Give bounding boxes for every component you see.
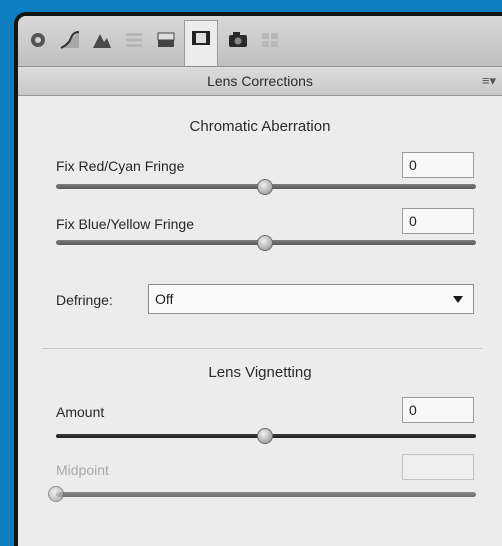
basic-tab[interactable] (24, 26, 52, 54)
amount-value-field[interactable]: 0 (402, 397, 474, 423)
lens-corrections-panel: Lens Corrections ≡▾ Chromatic Aberration… (14, 12, 502, 546)
amount-label: Amount (56, 404, 105, 420)
blue-yellow-label: Fix Blue/Yellow Fringe (56, 216, 194, 232)
hsl-tab[interactable] (120, 26, 148, 54)
section-divider (42, 348, 482, 349)
chevron-down-icon (453, 296, 463, 303)
blue-yellow-slider-thumb[interactable] (257, 235, 273, 251)
split-toning-icon (157, 32, 175, 47)
blue-yellow-value-field[interactable]: 0 (402, 208, 474, 234)
lens-corrections-icon (192, 30, 210, 45)
midpoint-slider-track (56, 492, 476, 497)
camera-calibration-tab[interactable] (224, 26, 252, 54)
camera-calibration-icon (229, 32, 247, 47)
red-cyan-slider-thumb[interactable] (257, 179, 273, 195)
basic-icon (31, 33, 45, 47)
defringe-select[interactable]: Off (148, 284, 474, 314)
detail-tab[interactable] (88, 26, 116, 54)
amount-slider-thumb[interactable] (257, 428, 273, 444)
lens-vignetting-title: Lens Vignetting (208, 364, 312, 381)
midpoint-value-field (402, 454, 474, 480)
split-toning-tab[interactable] (152, 26, 180, 54)
defringe-value: Off (155, 291, 174, 307)
tone-curve-tab[interactable] (56, 26, 84, 54)
presets-icon (262, 33, 278, 47)
defringe-label: Defringe: (56, 292, 113, 308)
panel-toolbar (18, 16, 502, 67)
midpoint-label: Midpoint (56, 462, 109, 478)
presets-tab[interactable] (256, 26, 284, 54)
section-header: Lens Corrections ≡▾ (18, 67, 502, 96)
lens-corrections-tab[interactable] (184, 20, 218, 66)
tone-curve-icon (60, 31, 80, 49)
detail-icon (93, 34, 111, 48)
midpoint-slider-thumb (48, 486, 64, 502)
section-title: Lens Corrections (207, 73, 313, 89)
red-cyan-label: Fix Red/Cyan Fringe (56, 158, 185, 174)
panel-menu-icon[interactable]: ≡▾ (482, 73, 496, 89)
hsl-icon (126, 33, 142, 47)
chromatic-aberration-title: Chromatic Aberration (189, 118, 331, 135)
red-cyan-value-field[interactable]: 0 (402, 152, 474, 178)
